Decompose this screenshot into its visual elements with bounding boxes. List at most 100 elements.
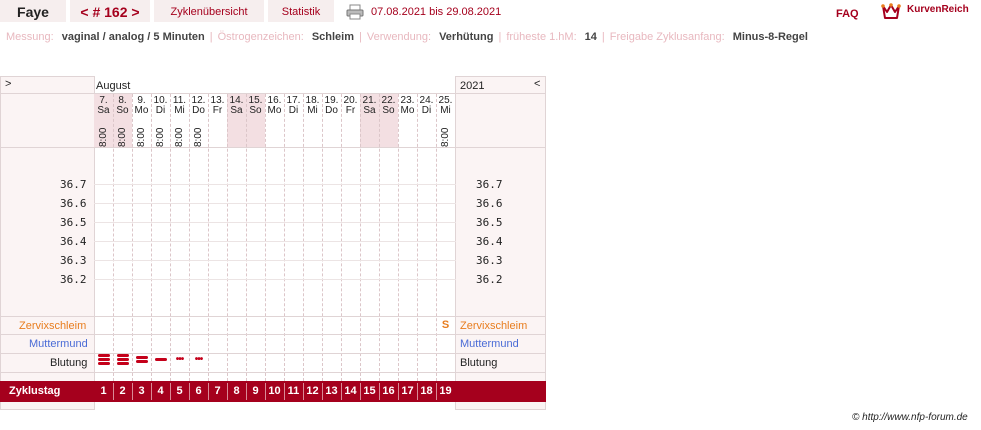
cycle-day-separator — [436, 383, 437, 400]
measure-time: 8:00 — [440, 127, 451, 147]
temperature-grid-line — [94, 260, 456, 261]
measure-time — [322, 132, 341, 144]
cycle-start-release-label: Freigabe Zyklusanfang: — [609, 31, 725, 43]
top-bar: Faye < # 162 > Zyklenübersicht Statistik… — [0, 0, 981, 26]
day-header[interactable]: 24. Di — [417, 96, 436, 116]
bleeding-mark[interactable]: ••• — [189, 355, 208, 365]
day-header[interactable]: 9. Mo — [132, 96, 151, 116]
tab-cycle-overview[interactable]: Zyklenübersicht — [154, 0, 264, 22]
cycle-day-separator — [303, 383, 304, 400]
cycle-day-separator — [265, 383, 266, 400]
cycle-day-number: 5 — [176, 385, 183, 397]
day-header[interactable]: 11. Mi — [170, 96, 189, 116]
cycle-day-separator — [246, 383, 247, 400]
zervix-label-right: Zervixschleim — [460, 320, 528, 332]
day-header[interactable]: 14. Sa — [227, 96, 246, 116]
cycle-day-label: Zyklustag — [9, 385, 61, 397]
day-header[interactable]: 18. Mi — [303, 96, 322, 116]
faq-link[interactable]: FAQ — [836, 8, 859, 20]
cycle-day-separator — [398, 383, 399, 400]
bleeding-mark[interactable]: ••• — [170, 355, 189, 365]
next-cycle-button[interactable]: > — [131, 4, 139, 20]
temperature-grid-line — [94, 279, 456, 280]
day-header[interactable]: 17. Di — [284, 96, 303, 116]
cycle-day-number: 1 — [100, 385, 107, 397]
cycle-day-separator — [227, 383, 228, 400]
measure-time: 8:00 — [193, 127, 204, 147]
weekday: Fr — [345, 105, 356, 116]
crown-logo-icon[interactable] — [881, 2, 901, 20]
measure-time: 8:00 — [136, 127, 147, 147]
bleeding-mark[interactable] — [94, 353, 113, 366]
cycle-day-number: 7 — [214, 385, 221, 397]
cycle-number: # 162 — [92, 4, 128, 20]
temperature-grid-line — [94, 222, 456, 223]
weekday: So — [116, 105, 129, 116]
temperature-label-right: 36.2 — [476, 273, 503, 286]
cycle-day-separator — [189, 383, 190, 400]
cycle-day-number: 11 — [287, 385, 300, 397]
chart-nav-right-button[interactable]: < — [534, 78, 540, 90]
day-header[interactable]: 8. So — [113, 96, 132, 116]
temperature-label-right: 36.6 — [476, 197, 503, 210]
measure-time — [208, 132, 227, 144]
measurement-value: vaginal / analog / 5 Minuten — [61, 31, 205, 43]
weekday: Do — [192, 105, 205, 116]
day-header[interactable]: 12. Do — [189, 96, 208, 116]
earliest-hm-label: früheste 1.hM: — [506, 31, 577, 43]
weekday: So — [382, 105, 395, 116]
cycle-day-number: 2 — [119, 385, 126, 397]
weekday: Mi — [440, 105, 451, 116]
temperature-label-left: 36.7 — [60, 178, 87, 191]
measure-time — [398, 132, 417, 144]
day-header[interactable]: 20. Fr — [341, 96, 360, 116]
day-header[interactable]: 10. Di — [151, 96, 170, 116]
day-header[interactable]: 23. Mo — [398, 96, 417, 116]
cycle-chart: > August 2021 < 7. Sa 8:00 8. So 8:00 9. Mo 8:00… — [0, 76, 546, 410]
measure-time — [227, 132, 246, 144]
measure-time: 8:00 — [174, 127, 185, 147]
day-header[interactable]: 25. Mi — [436, 96, 455, 116]
measure-time — [360, 132, 379, 144]
muttermund-row-divider — [0, 334, 546, 335]
day-header[interactable]: 16. Mo — [265, 96, 284, 116]
zervix-mark[interactable]: S — [436, 319, 455, 331]
temperature-grid-line — [94, 203, 456, 204]
cycle-start-release-value: Minus-8-Regel — [732, 31, 808, 43]
cycle-day-separator — [151, 383, 152, 400]
tab-statistics[interactable]: Statistik — [268, 0, 334, 22]
measure-time — [379, 132, 398, 144]
cycle-day-number: 10 — [268, 385, 281, 397]
day-header[interactable]: 22. So — [379, 96, 398, 116]
weekday: Mo — [134, 105, 149, 116]
cycle-day-number: 6 — [195, 385, 202, 397]
day-header[interactable]: 7. Sa — [94, 96, 113, 116]
temperature-label-left: 36.2 — [60, 273, 87, 286]
cycle-day-separator — [322, 383, 323, 400]
temperature-label-right: 36.4 — [476, 235, 503, 248]
bleeding-mark[interactable] — [151, 357, 170, 362]
brand-name[interactable]: KurvenReich — [907, 4, 969, 15]
usage-value: Verhütung — [439, 31, 494, 43]
separator: | — [359, 31, 362, 43]
previous-cycle-button[interactable]: < — [80, 4, 88, 20]
day-header[interactable]: 13. Fr — [208, 96, 227, 116]
weekday: Sa — [363, 105, 376, 116]
estrogen-sign-label: Östrogenzeichen: — [217, 31, 304, 43]
chart-nav-left-button[interactable]: > — [5, 78, 11, 90]
cycle-day-separator — [341, 383, 342, 400]
bleeding-mark[interactable] — [132, 355, 151, 364]
printer-icon[interactable] — [346, 4, 364, 20]
day-header[interactable]: 19. Do — [322, 96, 341, 116]
temperature-label-right: 36.3 — [476, 254, 503, 267]
day-header[interactable]: 21. Sa — [360, 96, 379, 116]
cycle-date-range: 07.08.2021 bis 29.08.2021 — [371, 6, 502, 18]
measure-time: 8:00 — [117, 127, 128, 147]
cycle-day-number: 19 — [439, 385, 452, 397]
bleeding-mark[interactable] — [113, 353, 132, 366]
measure-time — [284, 132, 303, 144]
copyright-notice[interactable]: © http://www.nfp-forum.de — [852, 412, 968, 423]
day-header[interactable]: 15. So — [246, 96, 265, 116]
cycle-day-number: 17 — [401, 385, 414, 397]
weekday: So — [249, 105, 262, 116]
